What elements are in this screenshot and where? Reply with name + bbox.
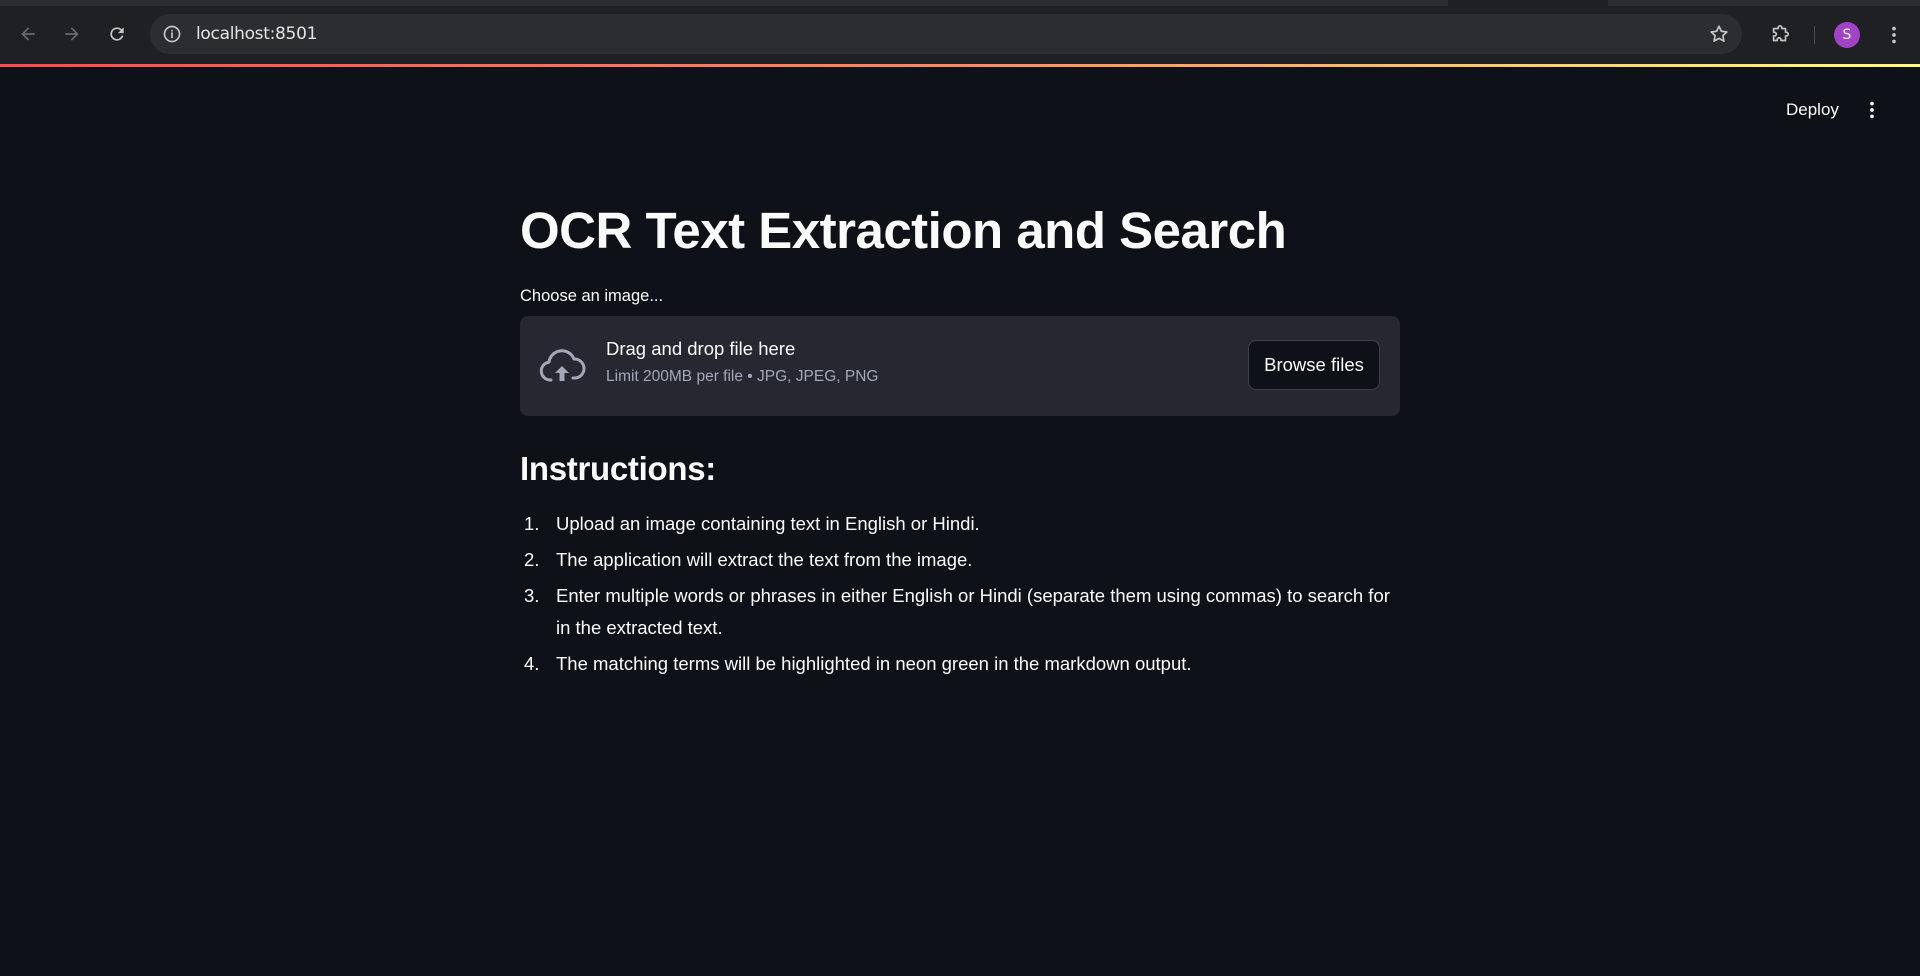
file-dropzone[interactable]: Drag and drop file here Limit 200MB per … xyxy=(520,316,1400,417)
extensions-button[interactable] xyxy=(1764,19,1796,51)
arrow-left-icon xyxy=(21,27,35,41)
active-tab[interactable] xyxy=(1448,0,1608,6)
list-item-number: 4. xyxy=(524,653,540,675)
list-item-text: Enter multiple words or phrases in eithe… xyxy=(556,585,1390,639)
cloud-upload-icon xyxy=(539,349,586,382)
list-item: 3. Enter multiple words or phrases in eit… xyxy=(520,580,1400,644)
list-item-number: 2. xyxy=(524,549,540,571)
dropzone-instruction: Drag and drop file here xyxy=(606,338,796,360)
bookmark-star-icon[interactable] xyxy=(1708,23,1730,45)
main-content: OCR Text Extraction and Search Choose an… xyxy=(520,200,1400,684)
list-item-text: The matching terms will be highlighted i… xyxy=(556,653,1192,675)
kebab-menu-icon xyxy=(1892,26,1896,44)
instructions-heading: Instructions: xyxy=(520,450,716,488)
toolbar-separator xyxy=(1814,26,1815,44)
arrow-right-icon xyxy=(65,27,79,41)
list-item-number: 3. xyxy=(524,585,540,607)
list-item-number: 1. xyxy=(524,513,540,535)
browser-menu-button[interactable] xyxy=(1878,19,1910,51)
profile-avatar[interactable]: S xyxy=(1834,22,1860,48)
kebab-menu-icon xyxy=(1870,101,1874,119)
list-item: 2. The application will extract the text … xyxy=(520,544,1400,576)
back-button[interactable] xyxy=(10,16,46,52)
reload-button[interactable] xyxy=(99,16,135,52)
list-item: 1. Upload an image containing text in Eng… xyxy=(520,508,1400,540)
forward-button[interactable] xyxy=(54,16,90,52)
info-icon[interactable] xyxy=(160,22,184,46)
file-uploader-label: Choose an image... xyxy=(520,287,664,306)
list-item: 4. The matching terms will be highlighted… xyxy=(520,648,1400,680)
browser-chrome: localhost:8501 S xyxy=(0,0,1920,67)
browser-toolbar: localhost:8501 S xyxy=(0,10,1920,60)
instructions-list: 1. Upload an image containing text in Eng… xyxy=(520,508,1400,680)
app-decoration-bar xyxy=(0,64,1920,67)
deploy-button[interactable]: Deploy xyxy=(1772,96,1853,124)
dropzone-limit: Limit 200MB per file • JPG, JPEG, PNG xyxy=(606,368,879,386)
address-bar[interactable]: localhost:8501 xyxy=(150,14,1742,54)
reload-icon xyxy=(110,27,124,41)
list-item-text: Upload an image containing text in Engli… xyxy=(556,513,980,535)
tab-strip xyxy=(0,0,1920,6)
page-title: OCR Text Extraction and Search xyxy=(520,202,1287,259)
browse-files-button[interactable]: Browse files xyxy=(1248,340,1380,391)
puzzle-icon xyxy=(1772,25,1790,42)
dropzone-text: Drag and drop file here Limit 200MB per … xyxy=(606,338,878,386)
list-item-text: The application will extract the text fr… xyxy=(556,549,973,571)
url-text[interactable]: localhost:8501 xyxy=(196,24,317,44)
app-menu-button[interactable] xyxy=(1858,96,1886,124)
